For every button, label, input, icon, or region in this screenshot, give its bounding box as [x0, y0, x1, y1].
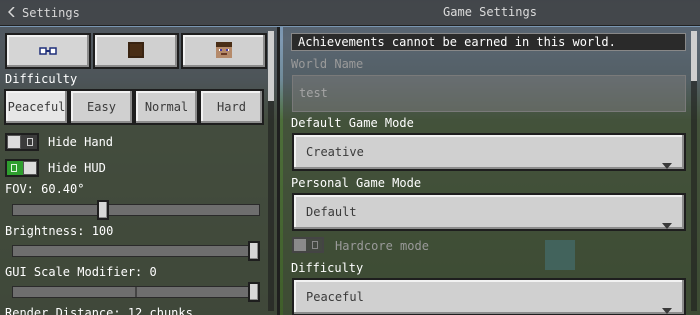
view-tab-back[interactable] [93, 33, 179, 69]
difficulty-segmented-control: Peaceful Easy Normal Hard [4, 89, 264, 125]
brightness-label: Brightness: 100 [5, 224, 114, 238]
world-name-label: World Name [291, 57, 364, 71]
page-title: Game Settings [443, 5, 537, 19]
difficulty-dropdown[interactable]: Peaceful [292, 278, 686, 315]
brightness-slider[interactable] [12, 245, 260, 257]
dropdown-value: Peaceful [306, 290, 364, 304]
default-game-mode-label: Default Game Mode [291, 116, 414, 130]
gui-scale-label: GUI Scale Modifier: 0 [5, 265, 157, 279]
difficulty-label: Difficulty [5, 72, 78, 86]
dropdown-value: Creative [306, 145, 364, 159]
difficulty-normal-button[interactable]: Normal [134, 89, 199, 125]
caret-down-icon [662, 208, 672, 242]
title-bar: Settings Game Settings [0, 0, 700, 26]
left-scrollbar-thumb[interactable] [268, 31, 274, 101]
hardcore-mode-toggle[interactable] [292, 237, 324, 253]
toggle-mark [11, 164, 17, 172]
hide-hud-toggle[interactable] [5, 159, 39, 177]
difficulty-easy-button[interactable]: Easy [69, 89, 134, 125]
fov-slider[interactable] [12, 204, 260, 216]
toggle-knob [23, 161, 37, 175]
personal-game-mode-dropdown[interactable]: Default [292, 193, 686, 231]
dropdown-value: Default [306, 205, 357, 219]
camera-view-icon [39, 44, 57, 58]
brightness-slider-handle[interactable] [248, 241, 260, 261]
caret-down-icon [662, 293, 672, 315]
steve-face-icon [216, 41, 232, 61]
right-scrollbar-thumb[interactable] [691, 31, 697, 81]
difficulty-peaceful-button[interactable]: Peaceful [4, 89, 69, 125]
view-selector [5, 33, 267, 69]
steve-back-icon [128, 41, 144, 61]
difficulty-hard-button[interactable]: Hard [199, 89, 264, 125]
hardcore-mode-label: Hardcore mode [335, 239, 429, 253]
view-tab-front[interactable] [181, 33, 267, 69]
hide-hud-label: Hide HUD [48, 161, 106, 175]
slider-notch [135, 287, 137, 297]
toggle-knob [294, 239, 306, 251]
render-distance-label: Render Distance: 12 chunks [5, 306, 193, 315]
hide-hand-label: Hide Hand [48, 135, 114, 149]
default-game-mode-dropdown[interactable]: Creative [292, 133, 686, 171]
achievements-warning-banner: Achievements cannot be earned in this wo… [291, 33, 686, 51]
gui-scale-slider[interactable] [12, 286, 260, 298]
toggle-mark [312, 241, 318, 249]
view-tab-camera[interactable] [5, 33, 91, 69]
settings-side-panel: Difficulty Peaceful Easy Normal Hard Hid… [0, 27, 280, 315]
toggle-knob [7, 135, 21, 149]
caret-down-icon [662, 148, 672, 182]
fov-label: FOV: 60.40° [5, 182, 85, 196]
gui-scale-slider-handle[interactable] [248, 282, 260, 302]
game-settings-panel: Achievements cannot be earned in this wo… [283, 27, 700, 315]
hide-hand-toggle[interactable] [5, 133, 39, 151]
difficulty-label: Difficulty [291, 261, 364, 275]
toggle-mark [27, 138, 33, 146]
world-name-input[interactable]: test [292, 75, 686, 112]
personal-game-mode-label: Personal Game Mode [291, 176, 422, 190]
fov-slider-handle[interactable] [96, 200, 109, 220]
